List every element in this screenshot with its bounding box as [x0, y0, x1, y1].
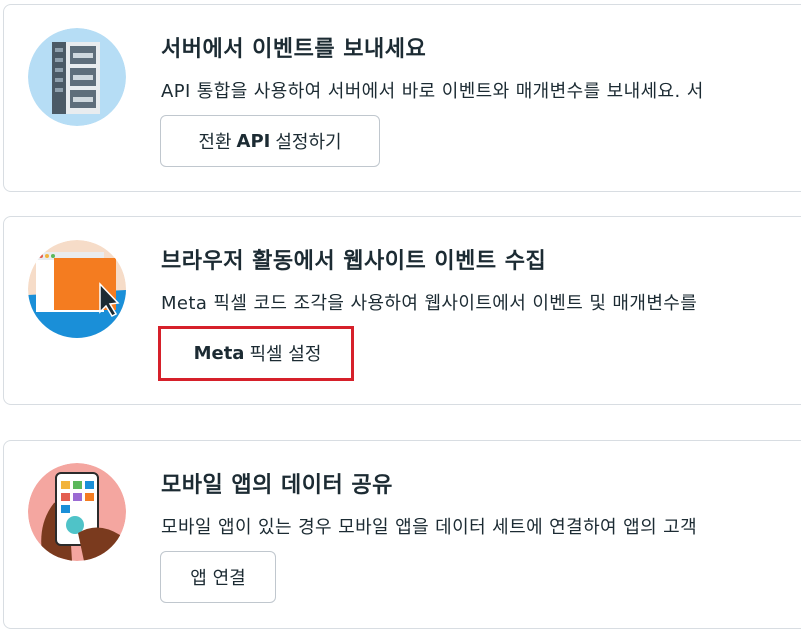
button-label-suffix: 설정하기	[275, 132, 342, 153]
conversions-api-setup-button[interactable]: 전환 API 설정하기	[160, 115, 380, 167]
meta-pixel-setup-button[interactable]: Meta 픽셀 설정	[160, 327, 350, 379]
button-label-suffix: 픽셀 설정	[249, 344, 322, 365]
card-title: 서버에서 이벤트를 보내세요	[161, 37, 427, 62]
browser-events-card: 브라우저 활동에서 웹사이트 이벤트 수집 Meta 픽셀 코드 조각을 사용하…	[3, 216, 801, 405]
button-label-prefix: 전환	[198, 132, 232, 153]
card-description: Meta 픽셀 코드 조각을 사용하여 웹사이트에서 이벤트 및 매개변수를	[161, 293, 698, 314]
card-description: 모바일 앱이 있는 경우 모바일 앱을 데이터 세트에 연결하여 앱의 고객	[161, 517, 698, 538]
server-rack-icon	[28, 28, 126, 126]
card-title: 브라우저 활동에서 웹사이트 이벤트 수집	[161, 249, 547, 274]
button-label-bold: API	[236, 130, 271, 152]
button-label: 앱 연결	[190, 568, 246, 589]
card-description: API 통합을 사용하여 서버에서 바로 이벤트와 매개변수를 보내세요. 서	[161, 81, 704, 102]
mobile-app-hand-icon	[28, 463, 126, 561]
mobile-app-card: 모바일 앱의 데이터 공유 모바일 앱이 있는 경우 모바일 앱을 데이터 세트…	[3, 440, 801, 629]
button-label-bold: Meta	[193, 342, 245, 364]
card-title: 모바일 앱의 데이터 공유	[161, 473, 393, 498]
browser-cursor-icon	[28, 240, 126, 338]
connect-app-button[interactable]: 앱 연결	[160, 551, 276, 603]
server-events-card: 서버에서 이벤트를 보내세요 API 통합을 사용하여 서버에서 바로 이벤트와…	[3, 4, 801, 192]
